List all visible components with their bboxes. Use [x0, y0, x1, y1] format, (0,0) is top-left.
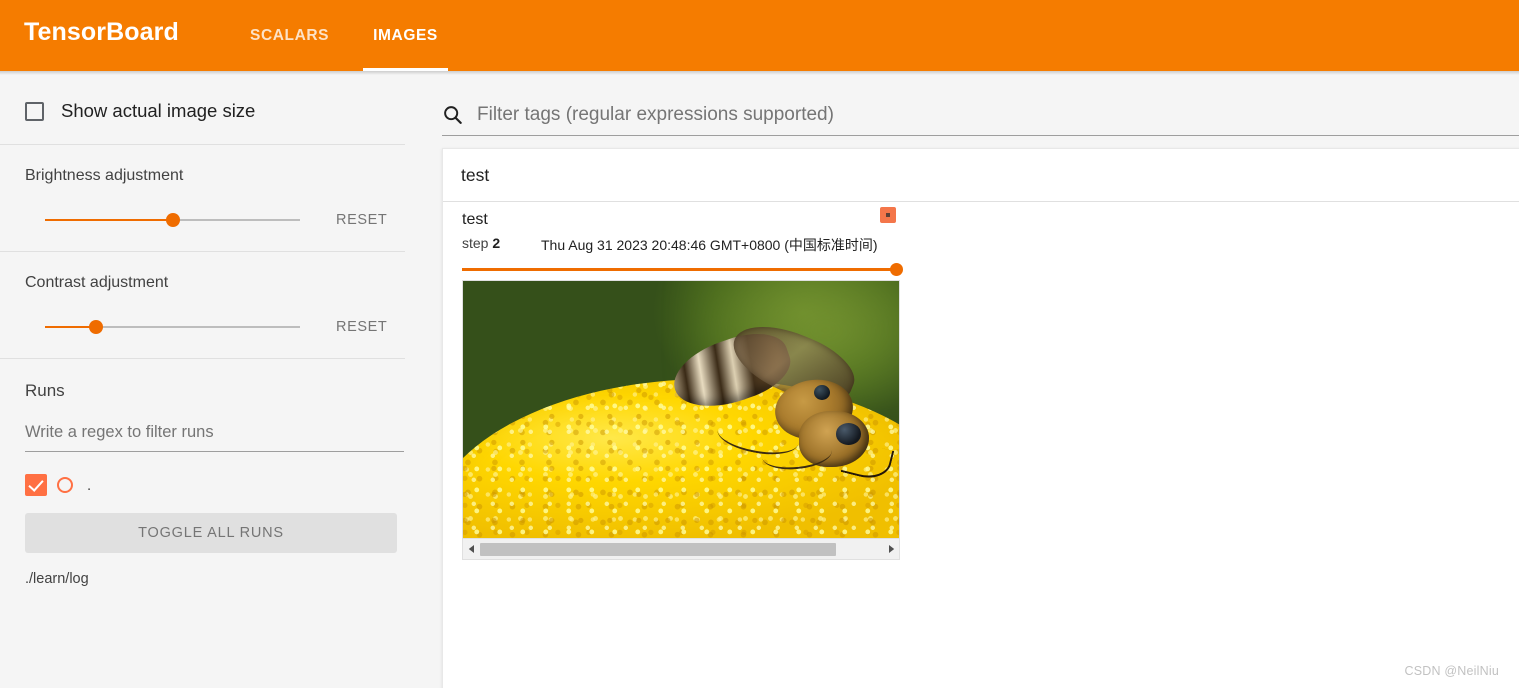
scroll-left-icon[interactable] [463, 540, 480, 559]
app-title: TensorBoard [24, 18, 179, 46]
bee-figure [665, 312, 895, 483]
run-color-badge-icon [880, 207, 896, 223]
sidebar-section-runs: Runs Write a regex to filter runs . TOGG… [0, 359, 405, 587]
sidebar-section-image-size: Show actual image size [0, 75, 405, 145]
sidebar-section-contrast: Contrast adjustment RESET [0, 252, 405, 359]
step-slider-thumb[interactable] [890, 263, 903, 276]
contrast-slider-thumb[interactable] [89, 320, 103, 334]
brightness-row: RESET [25, 211, 387, 229]
main-content: Filter tags (regular expressions support… [405, 75, 1519, 688]
step-slider[interactable] [462, 262, 903, 276]
run-color-ring-icon [57, 477, 73, 493]
brightness-slider-thumb[interactable] [165, 213, 180, 227]
runs-title: Runs [25, 381, 65, 400]
toggle-all-runs-label: TOGGLE ALL RUNS [138, 525, 284, 541]
scrollbar-thumb[interactable] [480, 542, 836, 556]
run-checkbox-checked-icon[interactable] [25, 474, 47, 496]
brightness-slider-fill [45, 219, 173, 221]
image-card-step-label: step [462, 235, 489, 251]
image-preview[interactable] [462, 280, 900, 539]
tag-filter-bar[interactable]: Filter tags (regular expressions support… [442, 94, 1519, 136]
image-card-step-value: 2 [492, 235, 501, 251]
toggle-all-runs-button[interactable]: TOGGLE ALL RUNS [25, 513, 397, 553]
brightness-slider[interactable] [45, 211, 300, 229]
contrast-reset-button[interactable]: RESET [336, 319, 387, 335]
step-slider-track [462, 268, 897, 271]
tag-filter-input[interactable]: Filter tags (regular expressions support… [477, 104, 834, 126]
logdir-label: ./learn/log [25, 571, 89, 587]
tab-images-label: IMAGES [373, 26, 438, 44]
image-card-title: test [462, 211, 488, 228]
tab-images[interactable]: IMAGES [351, 0, 460, 71]
show-actual-image-size-row[interactable]: Show actual image size [25, 100, 380, 122]
runs-filter-input[interactable]: Write a regex to filter runs [25, 423, 404, 452]
contrast-title: Contrast adjustment [25, 274, 169, 291]
images-panel: test test step 2 Thu Aug 31 2023 20:48:4… [442, 148, 1519, 688]
image-card-timestamp: Thu Aug 31 2023 20:48:46 GMT+0800 (中国标准时… [541, 237, 878, 253]
sidebar-section-brightness: Brightness adjustment RESET [0, 145, 405, 252]
contrast-slider[interactable] [45, 318, 300, 336]
image-horizontal-scrollbar[interactable] [462, 539, 900, 560]
brightness-reset-button[interactable]: RESET [336, 212, 387, 228]
tensorboard-app: TensorBoard SCALARS IMAGES Show actual i… [0, 0, 1519, 688]
tag-group-name: test [461, 164, 490, 185]
contrast-row: RESET [25, 318, 387, 336]
brightness-title: Brightness adjustment [25, 167, 184, 184]
sidebar: Show actual image size Brightness adjust… [0, 75, 405, 688]
tab-scalars-label: SCALARS [250, 26, 330, 44]
checkbox-unchecked-icon[interactable] [25, 101, 44, 121]
nav-tabs: SCALARS IMAGES [228, 0, 460, 71]
run-list-item[interactable]: . [25, 473, 380, 497]
app-header: TensorBoard SCALARS IMAGES [0, 0, 1519, 71]
image-card-header: test step 2 Thu Aug 31 2023 20:48:46 GMT… [462, 207, 902, 261]
show-actual-image-size-label: Show actual image size [61, 100, 256, 121]
bee-leg-mid [761, 435, 834, 473]
tag-group-header[interactable]: test [443, 149, 1519, 202]
watermark: CSDN @NeilNiu [1404, 664, 1499, 678]
image-card-step: step 2 [462, 235, 500, 251]
run-name-label: . [87, 476, 92, 494]
image-card: test step 2 Thu Aug 31 2023 20:48:46 GMT… [462, 207, 903, 560]
tab-scalars[interactable]: SCALARS [228, 0, 351, 71]
search-icon [442, 104, 464, 126]
scroll-right-icon[interactable] [882, 540, 899, 559]
